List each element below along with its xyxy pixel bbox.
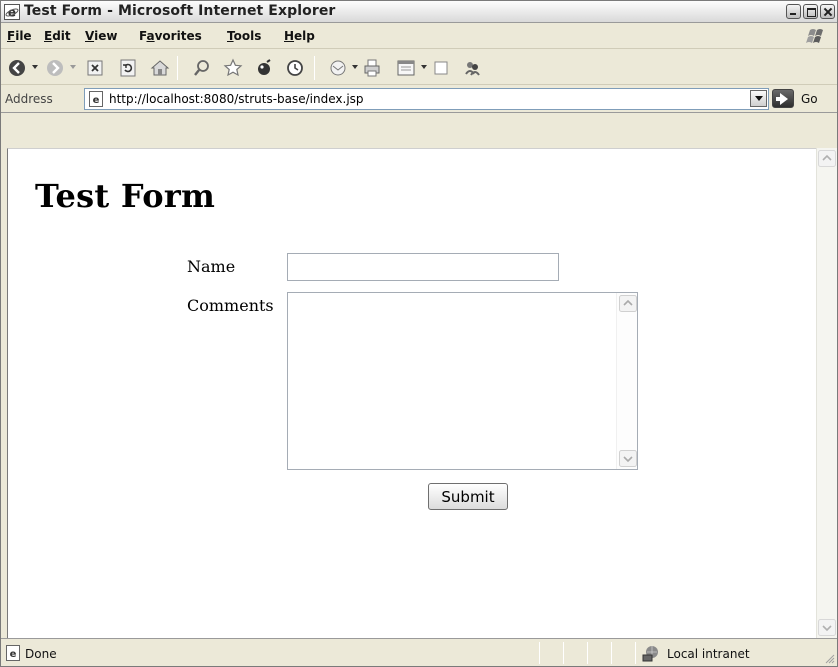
zone-text: Local intranet [667,647,750,661]
status-bar: e Done Local intranet [1,638,837,666]
menu-bar: File Edit View Favorites Tools Help [1,24,837,49]
comments-scrollbar[interactable] [616,293,637,469]
resize-grip-icon[interactable] [823,652,835,664]
address-dropdown-icon[interactable] [750,90,767,107]
comments-label: Comments [187,296,274,315]
status-separator [635,642,636,664]
svg-text:e: e [10,649,17,660]
home-icon[interactable] [149,57,171,79]
page-scrollbar[interactable] [816,148,837,638]
go-arrow-icon[interactable] [772,89,794,108]
status-separator [611,642,612,664]
page-icon: e [89,91,103,107]
page-done-icon: e [6,645,20,661]
history-icon[interactable] [284,57,306,79]
windows-logo-icon [800,25,832,48]
menu-file-accel: F [7,29,16,43]
window-title: Test Form - Microsoft Internet Explorer [24,3,336,19]
name-label: Name [187,257,236,276]
page-content: Test Form Name Comments Submit [7,148,816,638]
menu-help-rest: elp [294,29,315,43]
address-field[interactable]: e http://localhost:8080/struts-base/inde… [84,88,769,110]
menu-tools-rest: ools [233,29,262,43]
status-separator [587,642,588,664]
page-title: Test Form [35,177,216,215]
search-icon[interactable] [191,57,213,79]
minimize-icon[interactable] [786,4,801,19]
standard-toolbar [1,50,837,85]
window-controls [785,4,837,20]
toolbar-separator [177,56,178,80]
address-bar: Address e http://localhost:8080/struts-b… [1,85,837,113]
refresh-icon[interactable] [117,57,139,79]
messenger-icon[interactable] [461,57,483,79]
stop-icon[interactable] [84,57,106,79]
menu-favorites-pre: F [139,29,147,43]
mail-dropdown-icon[interactable] [352,65,358,69]
browser-window: e Test Form - Microsoft Internet Explore… [0,0,838,667]
forward-icon[interactable] [44,57,66,79]
title-bar: e Test Form - Microsoft Internet Explore… [1,1,837,23]
address-url[interactable]: http://localhost:8080/struts-base/index.… [109,92,364,106]
ie-icon: e [4,4,20,20]
menu-file-rest: ile [15,29,32,43]
menu-help[interactable]: Help [284,29,315,43]
svg-text:e: e [8,6,16,20]
edit-dropdown-icon[interactable] [421,65,427,69]
edit-icon[interactable] [395,57,417,79]
menu-view[interactable]: View [85,29,117,43]
maximize-icon[interactable] [803,4,818,19]
menu-favorites-rest: vorites [154,29,202,43]
menu-view-accel: V [85,29,95,43]
comments-textarea[interactable] [288,293,616,469]
status-separator [563,642,564,664]
scroll-up-icon[interactable] [818,150,836,167]
scroll-down-icon[interactable] [818,619,836,636]
address-label: Address [5,92,53,106]
back-icon[interactable] [6,57,28,79]
menu-view-rest: iew [94,29,118,43]
menu-edit-accel: E [44,29,53,43]
menu-edit[interactable]: Edit [44,29,71,43]
favorites-icon[interactable] [222,57,244,79]
menu-tools-accel: T [227,29,234,43]
forward-dropdown-icon[interactable] [70,65,76,69]
menu-help-accel: H [284,29,295,43]
back-dropdown-icon[interactable] [32,65,38,69]
discuss-icon[interactable] [430,57,452,79]
svg-text:e: e [93,95,100,106]
status-separator [539,642,540,664]
menu-tools[interactable]: Tools [227,29,261,43]
menu-file[interactable]: File [7,29,32,43]
menu-favorites-accel: a [146,29,155,43]
local-intranet-icon [642,646,658,662]
menu-favorites[interactable]: Favorites [139,29,202,43]
media-icon[interactable] [253,57,275,79]
status-text: Done [25,647,57,661]
go-button[interactable]: Go [801,92,818,106]
close-icon[interactable] [820,4,835,19]
comments-field [287,292,638,470]
name-input[interactable] [287,253,559,281]
mail-icon[interactable] [327,57,349,79]
scroll-up-icon[interactable] [619,295,637,312]
toolbar-separator [314,56,315,80]
print-icon[interactable] [361,57,383,79]
menu-edit-rest: dit [52,29,71,43]
scroll-down-icon[interactable] [619,450,637,467]
submit-button[interactable]: Submit [428,483,508,510]
